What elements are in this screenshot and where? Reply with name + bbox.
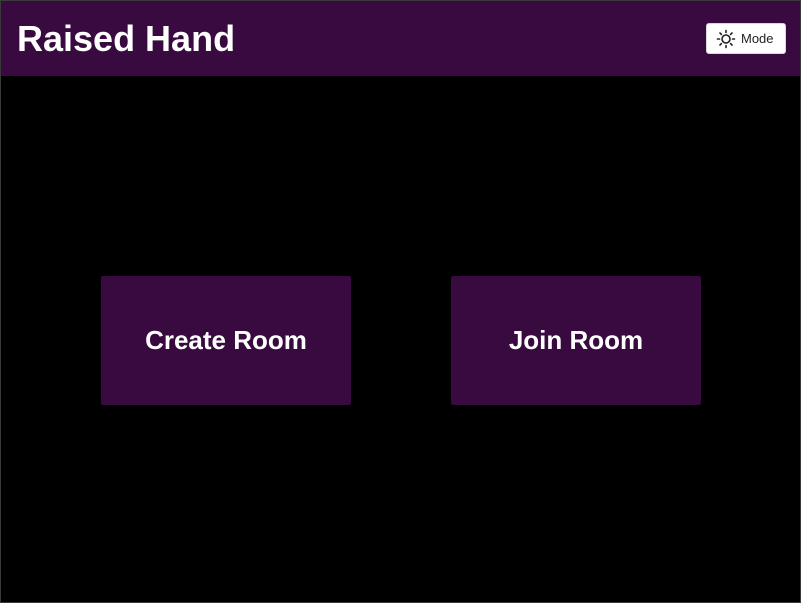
mode-button-label: Mode xyxy=(741,31,774,46)
sun-icon xyxy=(715,28,737,50)
app-window: Raised Hand Mode Create Room Join Room xyxy=(0,0,801,603)
create-room-button[interactable]: Create Room xyxy=(101,276,351,405)
join-room-label: Join Room xyxy=(508,325,644,355)
header-bar: Raised Hand Mode xyxy=(1,1,800,76)
mode-toggle-button[interactable]: Mode xyxy=(706,23,786,54)
app-title: Raised Hand xyxy=(17,18,236,59)
create-room-label: Create Room xyxy=(145,325,307,355)
join-room-button[interactable]: Join Room xyxy=(451,276,701,405)
